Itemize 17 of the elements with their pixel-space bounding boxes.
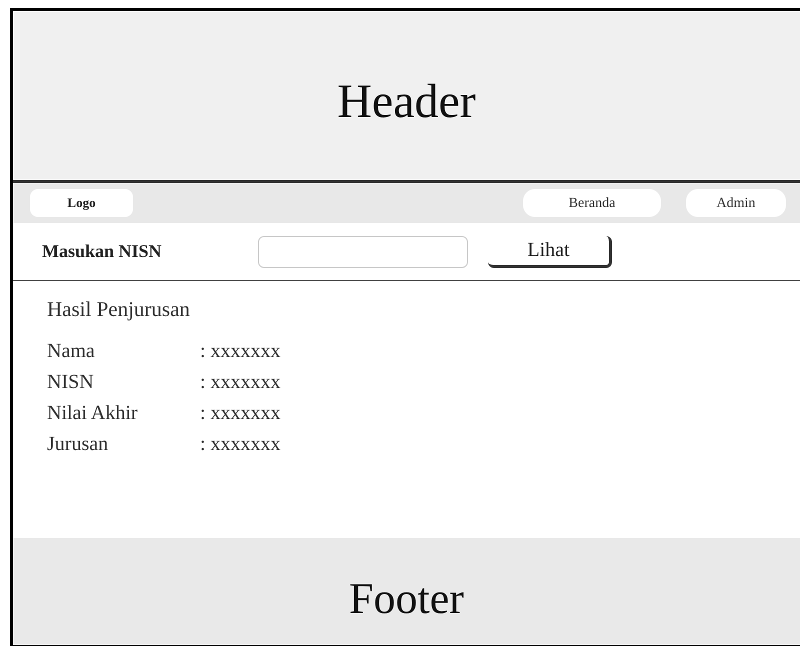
nav-link[interactable]: Admin <box>686 189 786 217</box>
nisn-label: Masukan NISN <box>42 240 163 263</box>
field-value: : xxxxxxx <box>200 401 281 426</box>
field-value: : xxxxxxx <box>200 339 281 364</box>
lihat-button[interactable]: Lihat <box>488 236 612 268</box>
field-label: NISN <box>47 370 95 395</box>
header-title: Header <box>337 74 476 130</box>
nav-link[interactable]: Beranda <box>523 189 661 217</box>
logo: Logo <box>30 189 133 217</box>
result-title: Hasil Penjurusan <box>47 296 191 323</box>
field-value: : xxxxxxx <box>200 432 281 457</box>
field-label: Nilai Akhir <box>47 401 139 426</box>
footer-title: Footer <box>349 572 464 624</box>
field-label: Nama <box>47 339 96 364</box>
field-value: : xxxxxxx <box>200 370 281 395</box>
field-label: Jurusan <box>47 432 110 457</box>
nisn-input-field[interactable] <box>258 236 468 268</box>
